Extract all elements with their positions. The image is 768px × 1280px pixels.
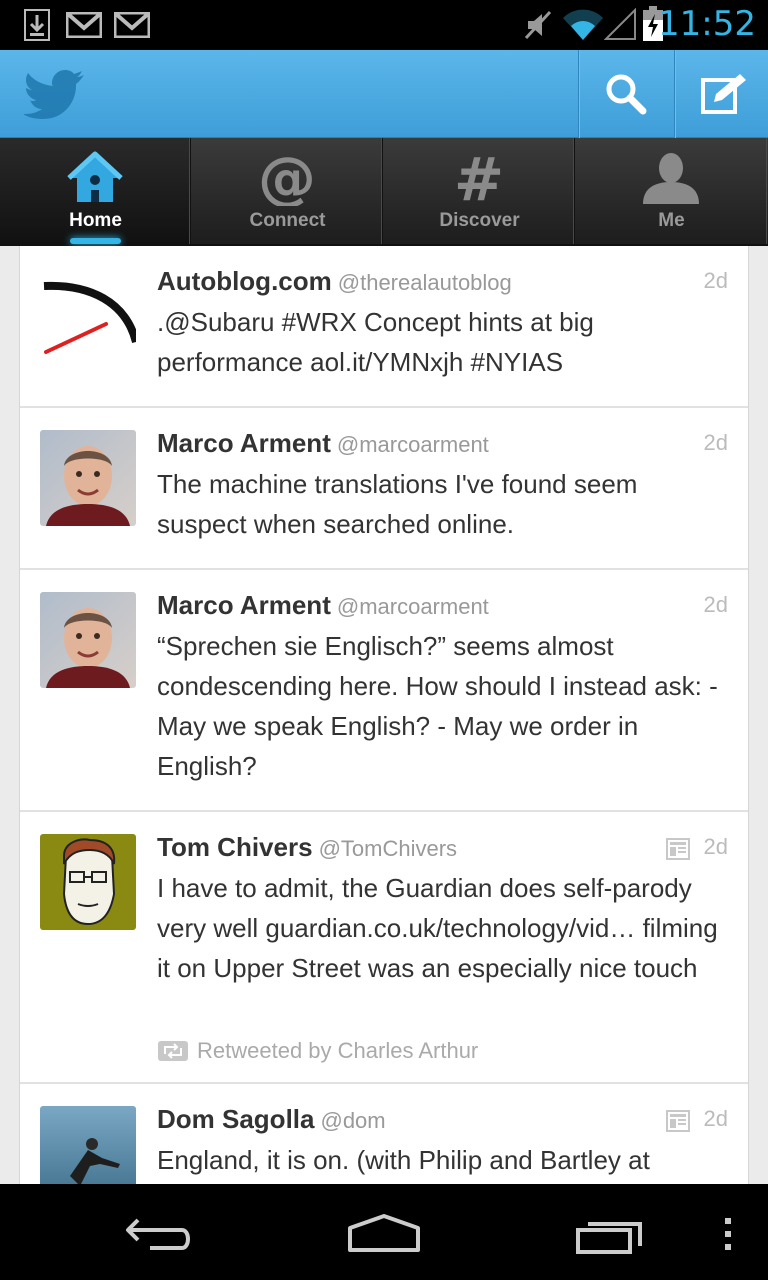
twitter-bird-icon	[24, 70, 84, 119]
tweet-timestamp: 2d	[703, 1106, 728, 1131]
tweet-header: Tom Chivers @TomChivers	[157, 832, 457, 863]
tab-label: Connect	[249, 210, 326, 231]
tweet-header: Autoblog.com @therealautoblog	[157, 266, 512, 297]
active-tab-indicator	[70, 238, 121, 244]
tweet-author-name[interactable]: Marco Arment	[157, 428, 331, 458]
tab-label: Discover	[439, 210, 520, 231]
tweet-author-name[interactable]: Tom Chivers	[157, 832, 313, 862]
tab-label: Home	[69, 210, 122, 231]
tweet-author-handle: @marcoarment	[336, 594, 489, 619]
tab-discover[interactable]: # Discover	[384, 138, 575, 244]
search-icon	[606, 74, 647, 115]
tweet-item[interactable]: Dom Sagolla @dom 2d England, it is on. (w…	[20, 1084, 748, 1184]
tweet-item[interactable]: Marco Arment @marcoarment 2d The machine …	[20, 408, 748, 570]
tweet-header: Dom Sagolla @dom	[157, 1104, 386, 1135]
tweet-timestamp: 2d	[703, 834, 728, 859]
tweet-timestamp: 2d	[703, 268, 728, 293]
avatar[interactable]	[40, 592, 136, 688]
tweet-author-handle: @TomChivers	[318, 836, 458, 861]
back-icon[interactable]	[124, 1214, 196, 1254]
svg-text:#: #	[454, 150, 504, 206]
gmail-icon	[114, 12, 150, 38]
tweet-author-name[interactable]: Autoblog.com	[157, 266, 332, 296]
gmail-icon	[66, 12, 102, 38]
menu-icon[interactable]	[722, 1216, 734, 1252]
download-icon	[24, 9, 50, 41]
at-icon: @	[258, 150, 316, 206]
status-bar: 11:52	[0, 0, 768, 50]
recents-icon[interactable]	[574, 1216, 646, 1256]
tweet-text: I have to admit, the Guardian does self-…	[157, 873, 718, 983]
tab-bar: Home @ Connect # Discover Me	[0, 138, 768, 246]
home-icon	[67, 151, 123, 202]
signal-icon	[604, 8, 636, 40]
tweet-text: England, it is on. (with Philip and Bart…	[157, 1145, 650, 1175]
tweet-header: Marco Arment @marcoarment	[157, 428, 489, 459]
marco-arment-avatar	[46, 446, 130, 526]
avatar[interactable]	[40, 266, 136, 362]
status-time: 11:52	[658, 4, 756, 44]
tweet-timestamp: 2d	[703, 592, 728, 617]
tab-label: Me	[658, 210, 685, 231]
dom-sagolla-avatar	[70, 1138, 120, 1184]
retweet-icon	[158, 1041, 188, 1061]
timeline-feed[interactable]: Autoblog.com @therealautoblog 2d .@Subaru…	[19, 246, 749, 1184]
retweet-attribution: Retweeted by Charles Arthur	[157, 1038, 478, 1064]
compose-icon	[701, 74, 746, 114]
search-button[interactable]	[578, 50, 672, 138]
tweet-timestamp: 2d	[703, 430, 728, 455]
system-navigation-bar	[0, 1184, 768, 1280]
tweet-author-handle: @marcoarment	[336, 432, 489, 457]
avatar[interactable]	[40, 430, 136, 526]
avatar[interactable]	[40, 1106, 136, 1184]
tweet-item[interactable]: Marco Arment @marcoarment 2d “Sprechen si…	[20, 570, 748, 812]
tweet-text: “Sprechen sie Englisch?” seems almost co…	[157, 631, 718, 781]
wifi-icon	[563, 9, 603, 40]
person-icon	[643, 153, 699, 204]
tweet-item[interactable]: Tom Chivers @TomChivers 2d I have to admi…	[20, 812, 748, 1084]
compose-button[interactable]	[674, 50, 768, 138]
marco-arment-avatar	[46, 608, 130, 688]
retweet-label: Retweeted by Charles Arthur	[197, 1038, 479, 1063]
tweet-author-name[interactable]: Dom Sagolla	[157, 1104, 314, 1134]
home-nav-icon[interactable]	[346, 1212, 422, 1254]
tweet-header: Marco Arment @marcoarment	[157, 590, 489, 621]
tweet-author-handle: @dom	[320, 1108, 386, 1133]
autoblog-logo	[43, 281, 136, 354]
action-bar	[0, 50, 768, 138]
media-summary-icon	[666, 838, 690, 860]
tweet-text: The machine translations I've found seem…	[157, 469, 638, 539]
media-summary-icon	[666, 1110, 690, 1132]
avatar[interactable]	[40, 834, 136, 930]
tom-chivers-avatar	[62, 838, 116, 926]
tweet-text: .@Subaru #WRX Concept hints at big perfo…	[157, 307, 594, 377]
tweet-item[interactable]: Autoblog.com @therealautoblog 2d .@Subaru…	[20, 246, 748, 408]
hash-icon: #	[454, 150, 504, 206]
svg-text:@: @	[258, 150, 316, 206]
tweet-author-name[interactable]: Marco Arment	[157, 590, 331, 620]
twitter-app-screen: 11:52 Home @ Connect # Discover Me Autob…	[0, 0, 768, 1280]
mute-icon	[524, 10, 552, 40]
tweet-author-handle: @therealautoblog	[337, 270, 512, 295]
tab-home[interactable]: Home	[0, 138, 191, 244]
tab-connect[interactable]: @ Connect	[192, 138, 383, 244]
tab-me[interactable]: Me	[576, 138, 767, 244]
